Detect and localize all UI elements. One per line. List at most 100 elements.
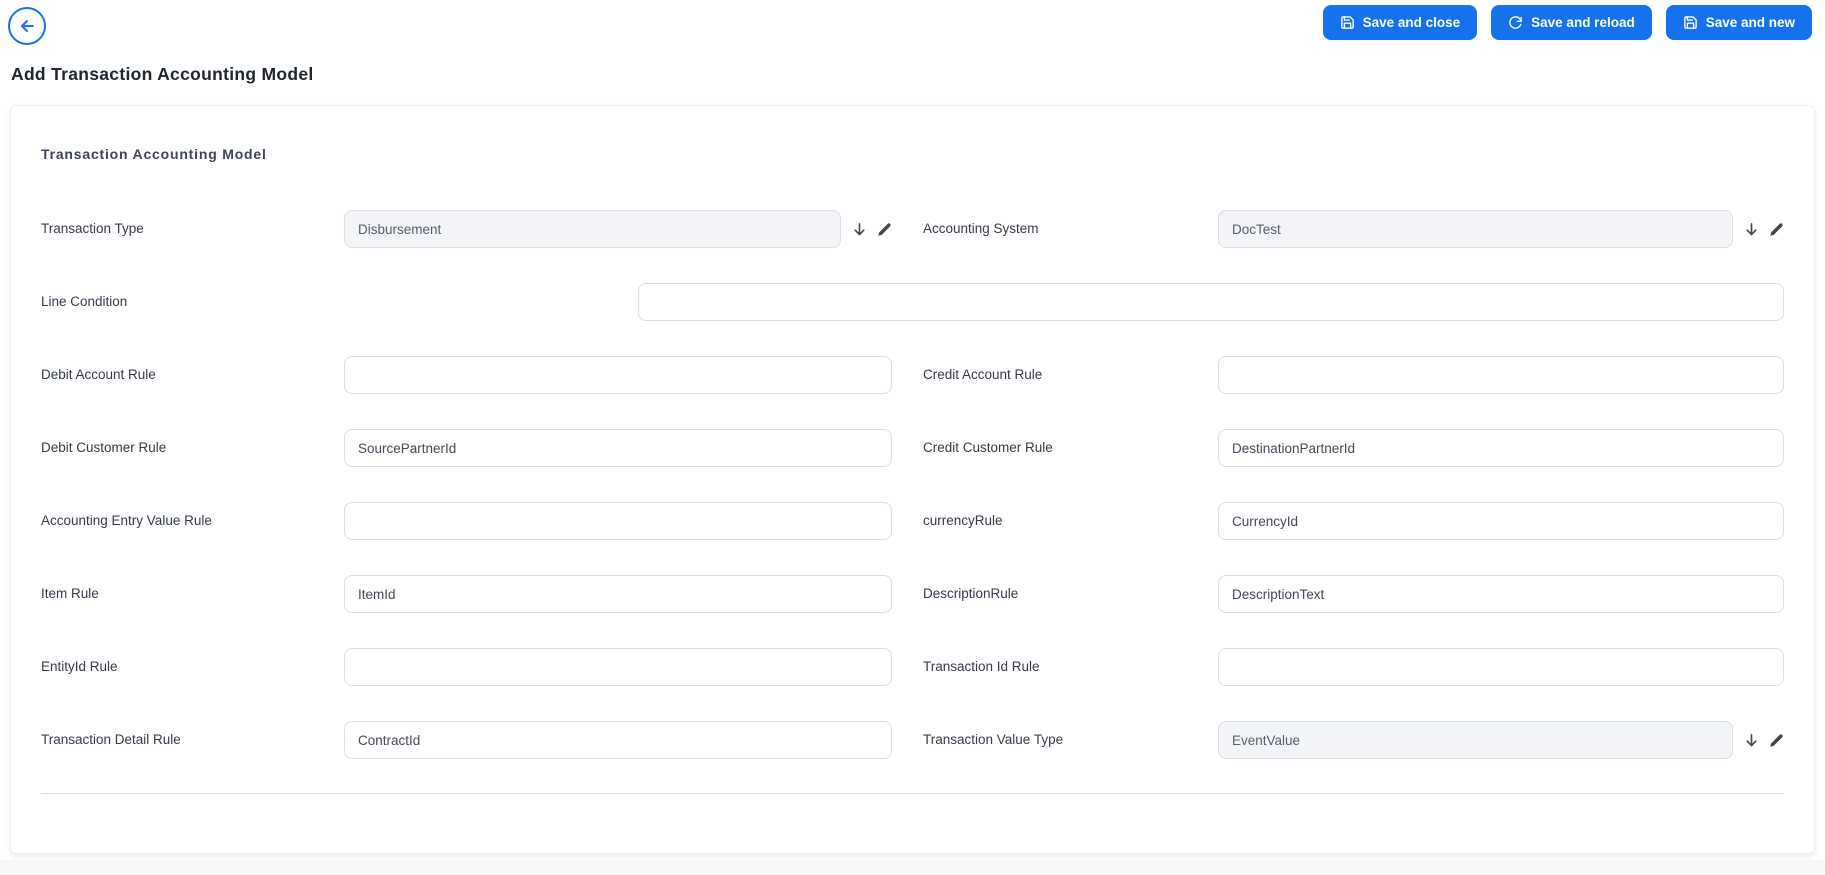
- item-rule-input[interactable]: [344, 575, 892, 613]
- form-row: Transaction Type Accounting System: [41, 210, 1784, 248]
- line-condition-input[interactable]: [638, 283, 1784, 321]
- field-accounting-entry-value-rule: Accounting Entry Value Rule: [41, 502, 892, 540]
- field-control: [1218, 502, 1784, 540]
- credit-customer-rule-input[interactable]: [1218, 429, 1784, 467]
- pencil-icon: [1769, 222, 1784, 237]
- edit-button[interactable]: [877, 222, 892, 237]
- pencil-icon: [877, 222, 892, 237]
- pencil-icon: [1769, 733, 1784, 748]
- form-row: EntityId Rule Transaction Id Rule: [41, 648, 1784, 686]
- field-control: [1218, 356, 1784, 394]
- field-control: [1218, 648, 1784, 686]
- field-label: Line Condition: [41, 294, 128, 309]
- dropdown-button[interactable]: [851, 221, 868, 238]
- arrow-down-icon: [1743, 221, 1760, 238]
- field-credit-account-rule: Credit Account Rule: [923, 356, 1784, 394]
- field-control: [344, 575, 892, 613]
- field-label: Debit Account Rule: [41, 367, 156, 382]
- header-actions: Save and close Save and reload Save and …: [1322, 5, 1812, 40]
- field-label: DescriptionRule: [923, 586, 1019, 601]
- debit-account-rule-input[interactable]: [344, 356, 892, 394]
- field-transaction-id-rule: Transaction Id Rule: [923, 648, 1784, 686]
- page-header: Save and close Save and reload Save and …: [0, 0, 1825, 105]
- field-label: EntityId Rule: [41, 659, 118, 674]
- field-label: Credit Customer Rule: [923, 440, 1053, 455]
- field-actions: [841, 221, 892, 238]
- field-debit-customer-rule: Debit Customer Rule: [41, 429, 892, 467]
- page-title: Add Transaction Accounting Model: [11, 64, 314, 84]
- field-label: Debit Customer Rule: [41, 440, 167, 455]
- debit-customer-rule-input[interactable]: [344, 429, 892, 467]
- accounting-system-input[interactable]: [1218, 210, 1733, 248]
- accounting-entry-value-rule-input[interactable]: [344, 502, 892, 540]
- field-transaction-value-type: Transaction Value Type: [923, 721, 1784, 759]
- field-transaction-detail-rule: Transaction Detail Rule: [41, 721, 892, 759]
- field-debit-account-rule: Debit Account Rule: [41, 356, 892, 394]
- save-icon: [1683, 15, 1698, 30]
- form-row: Debit Customer Rule Credit Customer Rule: [41, 429, 1784, 467]
- field-label: Transaction Type: [41, 221, 144, 236]
- transaction-value-type-input[interactable]: [1218, 721, 1733, 759]
- field-accounting-system: Accounting System: [923, 210, 1784, 248]
- field-control: [344, 721, 892, 759]
- form-row: Debit Account Rule Credit Account Rule: [41, 356, 1784, 394]
- field-label: Credit Account Rule: [923, 367, 1043, 382]
- transaction-type-input[interactable]: [344, 210, 841, 248]
- dropdown-button[interactable]: [1743, 221, 1760, 238]
- field-actions: [1733, 221, 1784, 238]
- field-actions: [1733, 732, 1784, 749]
- field-label: Transaction Value Type: [923, 732, 1064, 747]
- field-control: [344, 502, 892, 540]
- save-and-reload-button[interactable]: Save and reload: [1491, 5, 1652, 40]
- form-row: Item Rule DescriptionRule: [41, 575, 1784, 613]
- entityid-rule-input[interactable]: [344, 648, 892, 686]
- section-title: Transaction Accounting Model: [41, 146, 267, 162]
- dropdown-button[interactable]: [1743, 732, 1760, 749]
- currency-rule-input[interactable]: [1218, 502, 1784, 540]
- field-credit-customer-rule: Credit Customer Rule: [923, 429, 1784, 467]
- save-and-new-button[interactable]: Save and new: [1665, 5, 1812, 40]
- field-control: [344, 429, 892, 467]
- save-and-reload-label: Save and reload: [1531, 15, 1635, 30]
- divider: [41, 793, 1784, 794]
- field-item-rule: Item Rule: [41, 575, 892, 613]
- field-description-rule: DescriptionRule: [923, 575, 1784, 613]
- save-and-close-button[interactable]: Save and close: [1322, 5, 1478, 40]
- field-currency-rule: currencyRule: [923, 502, 1784, 540]
- form-row: Transaction Detail Rule Transaction Valu…: [41, 721, 1784, 759]
- form-panel: Transaction Accounting Model Transaction…: [10, 105, 1815, 854]
- edit-button[interactable]: [1769, 222, 1784, 237]
- field-control: [638, 283, 1784, 321]
- back-button[interactable]: [8, 7, 46, 45]
- arrow-down-icon: [851, 221, 868, 238]
- field-label: Transaction Id Rule: [923, 659, 1040, 674]
- field-transaction-type: Transaction Type: [41, 210, 892, 248]
- field-control: [1218, 210, 1784, 248]
- field-control: [1218, 575, 1784, 613]
- field-label: currencyRule: [923, 513, 1003, 528]
- form-row: Accounting Entry Value Rule currencyRule: [41, 502, 1784, 540]
- field-line-condition: Line Condition: [41, 283, 1784, 321]
- field-control: [1218, 429, 1784, 467]
- save-and-close-label: Save and close: [1362, 15, 1461, 30]
- field-label: Accounting System: [923, 221, 1039, 236]
- arrow-down-icon: [1743, 732, 1760, 749]
- field-entityid-rule: EntityId Rule: [41, 648, 892, 686]
- credit-account-rule-input[interactable]: [1218, 356, 1784, 394]
- edit-button[interactable]: [1769, 733, 1784, 748]
- description-rule-input[interactable]: [1218, 575, 1784, 613]
- field-control: [1218, 721, 1784, 759]
- reload-icon: [1508, 15, 1523, 30]
- field-label: Item Rule: [41, 586, 99, 601]
- field-label: Accounting Entry Value Rule: [41, 513, 212, 528]
- form-row: Line Condition: [41, 283, 1784, 321]
- field-control: [344, 648, 892, 686]
- page-bottom-strip: [0, 860, 1825, 875]
- field-label: Transaction Detail Rule: [41, 732, 181, 747]
- transaction-id-rule-input[interactable]: [1218, 648, 1784, 686]
- arrow-left-icon: [17, 16, 37, 36]
- transaction-detail-rule-input[interactable]: [344, 721, 892, 759]
- field-control: [344, 210, 892, 248]
- save-and-new-label: Save and new: [1705, 15, 1795, 30]
- save-icon: [1340, 15, 1355, 30]
